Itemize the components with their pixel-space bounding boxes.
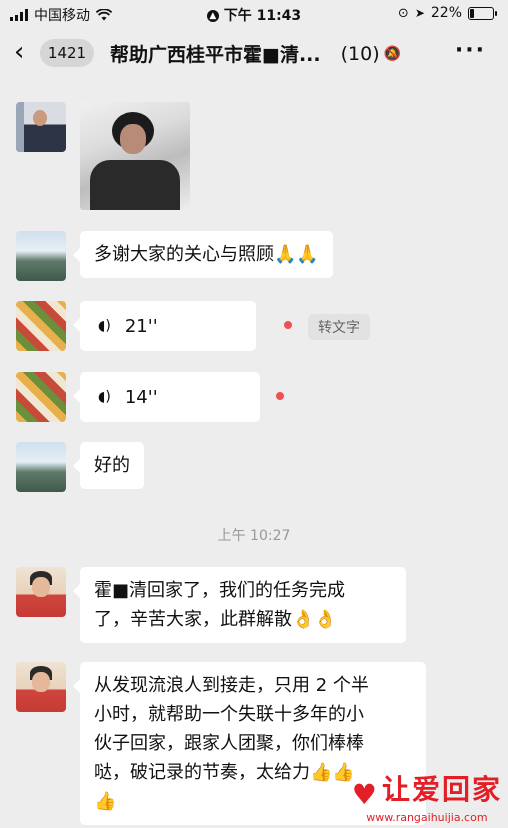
battery-fill bbox=[470, 8, 474, 18]
message-row bbox=[16, 102, 190, 210]
avatar[interactable] bbox=[16, 567, 66, 617]
avatar[interactable] bbox=[16, 372, 66, 422]
chat-title: 帮助广西桂平市霍■清... bbox=[110, 44, 321, 66]
rotation-lock-icon: ⊙ bbox=[397, 5, 409, 21]
watermark-brand: 让爱回家 bbox=[381, 773, 502, 806]
unread-dot bbox=[276, 392, 284, 400]
avatar[interactable] bbox=[16, 301, 66, 351]
message-row: ◖) 21'' bbox=[16, 301, 256, 351]
mute-bell-icon: 🔕 bbox=[383, 45, 402, 62]
avatar[interactable] bbox=[16, 231, 66, 281]
member-count: (10) bbox=[340, 42, 380, 65]
avatar[interactable] bbox=[16, 102, 66, 152]
status-right: ⊙ ➤ 22% bbox=[397, 5, 497, 21]
watermark: ♥ 让爱回家 www.rangaihuijia.com bbox=[352, 768, 502, 824]
message-text: 多谢大家的关心与照顾🙏🙏 bbox=[94, 244, 319, 265]
status-bar: 中国移动 ▲ 下午 11:43 ⊙ ➤ 22% bbox=[0, 0, 508, 28]
voice-duration: 21'' bbox=[124, 315, 158, 337]
message-text: 好的 bbox=[94, 455, 130, 476]
battery-icon bbox=[468, 6, 497, 20]
avatar[interactable] bbox=[16, 442, 66, 492]
convert-to-text-button[interactable]: 转文字 bbox=[308, 314, 370, 340]
message-line: 了，辛苦大家，此群解散👌👌 bbox=[94, 609, 337, 630]
heart-logo-icon: ♥ bbox=[351, 778, 377, 811]
message-row: ◖) 14'' bbox=[16, 372, 260, 422]
voice-message[interactable]: ◖) 14'' bbox=[73, 372, 260, 422]
more-dots-icon[interactable]: ··· bbox=[455, 38, 486, 63]
message-line: 霍■清回家了，我们的任务完成 bbox=[94, 580, 346, 601]
message-line: 伙子回家，跟家人团聚，你们棒棒 bbox=[94, 733, 364, 754]
avatar[interactable] bbox=[16, 662, 66, 712]
message-row: 多谢大家的关心与照顾🙏🙏 bbox=[16, 231, 333, 281]
battery-percent: 22% bbox=[430, 5, 462, 21]
chevron-left-icon[interactable]: ‹ bbox=[14, 38, 24, 66]
voice-wave-icon: ◖) bbox=[98, 389, 111, 405]
chat-title-wrap[interactable]: 帮助广西桂平市霍■清... (10) 🔕 bbox=[110, 40, 401, 67]
voice-wave-icon: ◖) bbox=[98, 318, 111, 334]
voice-message[interactable]: ◖) 21'' bbox=[73, 301, 256, 351]
status-time: 下午 11:43 bbox=[223, 8, 302, 24]
message-bubble[interactable]: 好的 bbox=[73, 442, 144, 489]
message-bubble[interactable]: 多谢大家的关心与照顾🙏🙏 bbox=[73, 231, 333, 278]
navigation-icon: ▲ bbox=[206, 10, 219, 22]
unread-dot bbox=[284, 321, 292, 329]
timestamp: 上午 10:27 bbox=[217, 528, 291, 544]
message-row: 霍■清回家了，我们的任务完成 了，辛苦大家，此群解散👌👌 bbox=[16, 567, 406, 643]
image-message[interactable] bbox=[80, 102, 190, 210]
message-line: 小时，就帮助一个失联十多年的小 bbox=[94, 704, 364, 725]
location-icon: ➤ bbox=[414, 6, 425, 20]
message-line: 从发现流浪人到接走，只用 2 个半 bbox=[94, 675, 369, 696]
voice-duration: 14'' bbox=[124, 386, 158, 408]
watermark-url: www.rangaihuijia.com bbox=[366, 811, 488, 824]
unread-count-badge[interactable]: 1421 bbox=[40, 39, 94, 67]
message-row: 好的 bbox=[16, 442, 144, 492]
chat-header: ‹ 1421 帮助广西桂平市霍■清... (10) 🔕 ··· bbox=[0, 28, 508, 80]
message-bubble[interactable]: 霍■清回家了，我们的任务完成 了，辛苦大家，此群解散👌👌 bbox=[73, 567, 406, 643]
